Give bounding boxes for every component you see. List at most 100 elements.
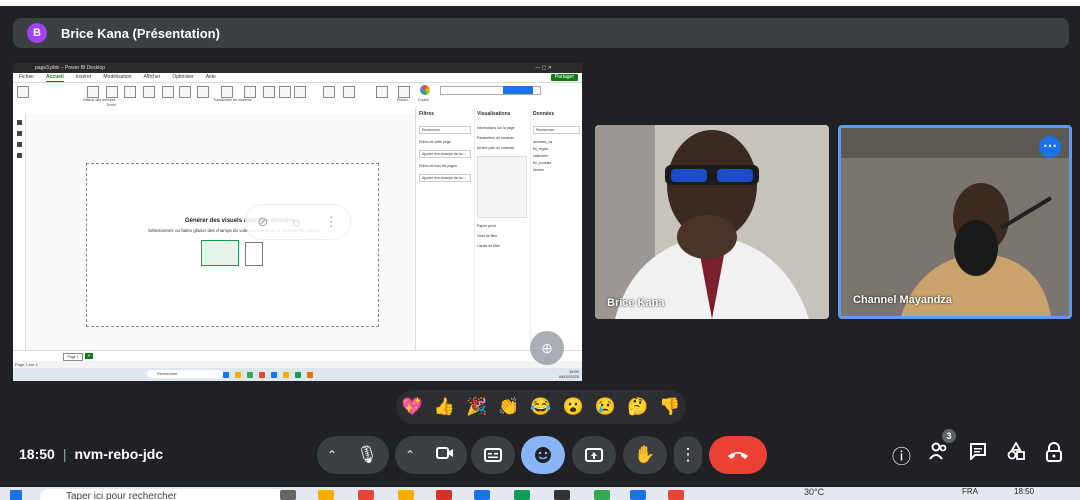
video-options-chevron-icon[interactable]: ⌃ — [395, 448, 425, 462]
participant-tile-active[interactable]: ⋯ Channel Mayandza — [838, 125, 1072, 319]
host-controls-icon[interactable] — [1045, 442, 1063, 468]
menu-item: Afficher — [143, 74, 161, 80]
whatsapp-icon[interactable] — [594, 490, 610, 500]
more-vert-icon: ⋮ — [679, 445, 697, 464]
present-button[interactable] — [572, 436, 616, 474]
side-panes: Filtres Rechercher Filtres de cette page… — [415, 108, 582, 350]
participant-video — [841, 128, 1069, 316]
audio-options-chevron-icon[interactable]: ⌃ — [317, 448, 347, 462]
app-icon — [223, 372, 229, 378]
presentation-banner: B Brice Kana (Présentation) — [13, 18, 1069, 48]
mic-control: ⌃ 🎙 — [317, 436, 389, 474]
more-visuals-icon — [294, 86, 306, 98]
camera-icon[interactable] — [425, 445, 465, 465]
reaction-surprised[interactable]: 😮 — [563, 397, 584, 417]
leave-call-button[interactable] — [709, 436, 767, 474]
dataverse-icon — [179, 86, 191, 98]
report-page: Générer des visuels avec vos données Sél… — [86, 163, 379, 327]
chrome-icon[interactable] — [358, 490, 374, 500]
recent-sources-icon — [197, 86, 209, 98]
app-icon — [235, 372, 241, 378]
app-icon — [247, 372, 253, 378]
data-hub-icon — [124, 86, 136, 98]
text-box-icon — [279, 86, 291, 98]
reaction-clap[interactable]: 👏 — [498, 397, 519, 417]
app-icon[interactable] — [630, 490, 646, 500]
data-table-item: donnees_ca — [533, 140, 553, 144]
app-title-bar: page3.pbix – Power BI Desktop — ▢ ✕ — [13, 63, 582, 73]
page-tabs-bar: Page 1 + — [13, 350, 582, 361]
file-explorer-icon[interactable] — [318, 490, 334, 500]
reactions-bar: 💖 👍 🎉 👏 😂 😮 😢 🤔 👎 — [396, 390, 686, 424]
reaction-heart[interactable]: 💖 — [402, 397, 423, 417]
more-vert-icon: ⋮ — [324, 214, 338, 229]
sensitivity-icon — [376, 86, 388, 98]
reactions-button[interactable] — [521, 436, 565, 474]
edge-icon[interactable] — [514, 490, 530, 500]
app-icon[interactable] — [668, 490, 684, 500]
reaction-sad[interactable]: 😢 — [595, 397, 616, 417]
menu-item: Modélisation — [103, 74, 132, 80]
ribbon-label: Obtenir des données — [83, 98, 116, 102]
weather-label: 30°C — [804, 487, 825, 497]
window-title: page3.pbix – Power BI Desktop — [35, 65, 106, 71]
filter-dropzone: Ajouter des champs de do... — [419, 174, 471, 182]
app-icon[interactable] — [398, 490, 414, 500]
data-table-item: tbl_region — [533, 147, 549, 151]
app-icon[interactable] — [436, 490, 452, 500]
raise-hand-button[interactable]: ✋ — [623, 436, 667, 474]
share-button: Partager — [550, 74, 578, 81]
sql-icon — [143, 86, 155, 98]
app-icon[interactable] — [474, 490, 490, 500]
more-options-button[interactable]: ⋮ — [674, 436, 702, 474]
data-table-item: Ventes — [533, 168, 544, 172]
task-view-icon[interactable] — [280, 490, 296, 500]
dax-view-icon — [16, 153, 22, 158]
ribbon-label: Publier — [397, 98, 408, 102]
app-icon[interactable] — [554, 490, 570, 500]
add-page-icon: + — [85, 353, 93, 359]
page-count: Page 1 sur 1 — [15, 362, 38, 367]
viz-pane-title: Visualisations — [477, 111, 511, 117]
participant-name: Brice Kana — [607, 297, 665, 309]
reaction-party[interactable]: 🎉 — [466, 397, 487, 417]
publish-icon — [398, 86, 410, 98]
microphone-icon[interactable]: 🎙 — [347, 445, 387, 465]
fields-illustration — [245, 242, 263, 266]
meeting-separator: | — [62, 446, 67, 462]
chat-icon[interactable] — [969, 442, 987, 466]
captions-button[interactable] — [471, 436, 515, 474]
reaction-thinking[interactable]: 🤔 — [627, 397, 648, 417]
activities-icon[interactable] — [1007, 441, 1025, 466]
meeting-info: 18:50 | nvm-rebo-jdc — [19, 446, 163, 462]
ribbon-label: Transformer les données — [213, 98, 252, 102]
reaction-thumbs-down[interactable]: 👎 — [659, 397, 680, 417]
presenter-avatar: B — [27, 23, 47, 43]
eye-off-icon: ◌ — [292, 214, 301, 230]
shared-taskbar-search: Rechercher — [147, 370, 223, 378]
windows-start-icon[interactable] — [10, 490, 22, 500]
ribbon-blue-button — [503, 86, 533, 94]
data-pane-title: Données — [533, 111, 555, 117]
ribbon-label: Excel — [107, 103, 116, 107]
reaction-thumbs-up[interactable]: 👍 — [434, 397, 455, 417]
viz-item: Paramètres du canevas — [477, 136, 514, 140]
language-label: FRA — [962, 487, 978, 496]
meeting-details-icon[interactable]: ⓘ — [892, 442, 911, 469]
refresh-icon — [244, 86, 256, 98]
app-icon — [259, 372, 265, 378]
os-clock: 18:50 — [1014, 487, 1035, 496]
menu-item: Fichier — [19, 74, 35, 80]
table-view-icon — [16, 131, 22, 136]
reaction-laugh[interactable]: 😂 — [530, 397, 551, 417]
os-taskbar: Taper ici pour rechercher 30°C FRA 18:50 — [0, 487, 1080, 500]
people-icon[interactable] — [929, 442, 949, 466]
transform-icon — [221, 86, 233, 98]
viz-item: Volet de filtre — [477, 234, 498, 238]
menu-bar: Fichier Accueil Insérer Modélisation Aff… — [13, 73, 582, 83]
zoom-in-icon[interactable]: ⊕ — [530, 331, 564, 365]
shared-clock: 18:50 04/02/2025 — [559, 369, 579, 379]
participant-tile[interactable]: Brice Kana — [595, 125, 829, 319]
more-options-icon[interactable]: ⋯ — [1039, 136, 1061, 158]
os-search-box[interactable]: Taper ici pour rechercher — [40, 489, 286, 500]
